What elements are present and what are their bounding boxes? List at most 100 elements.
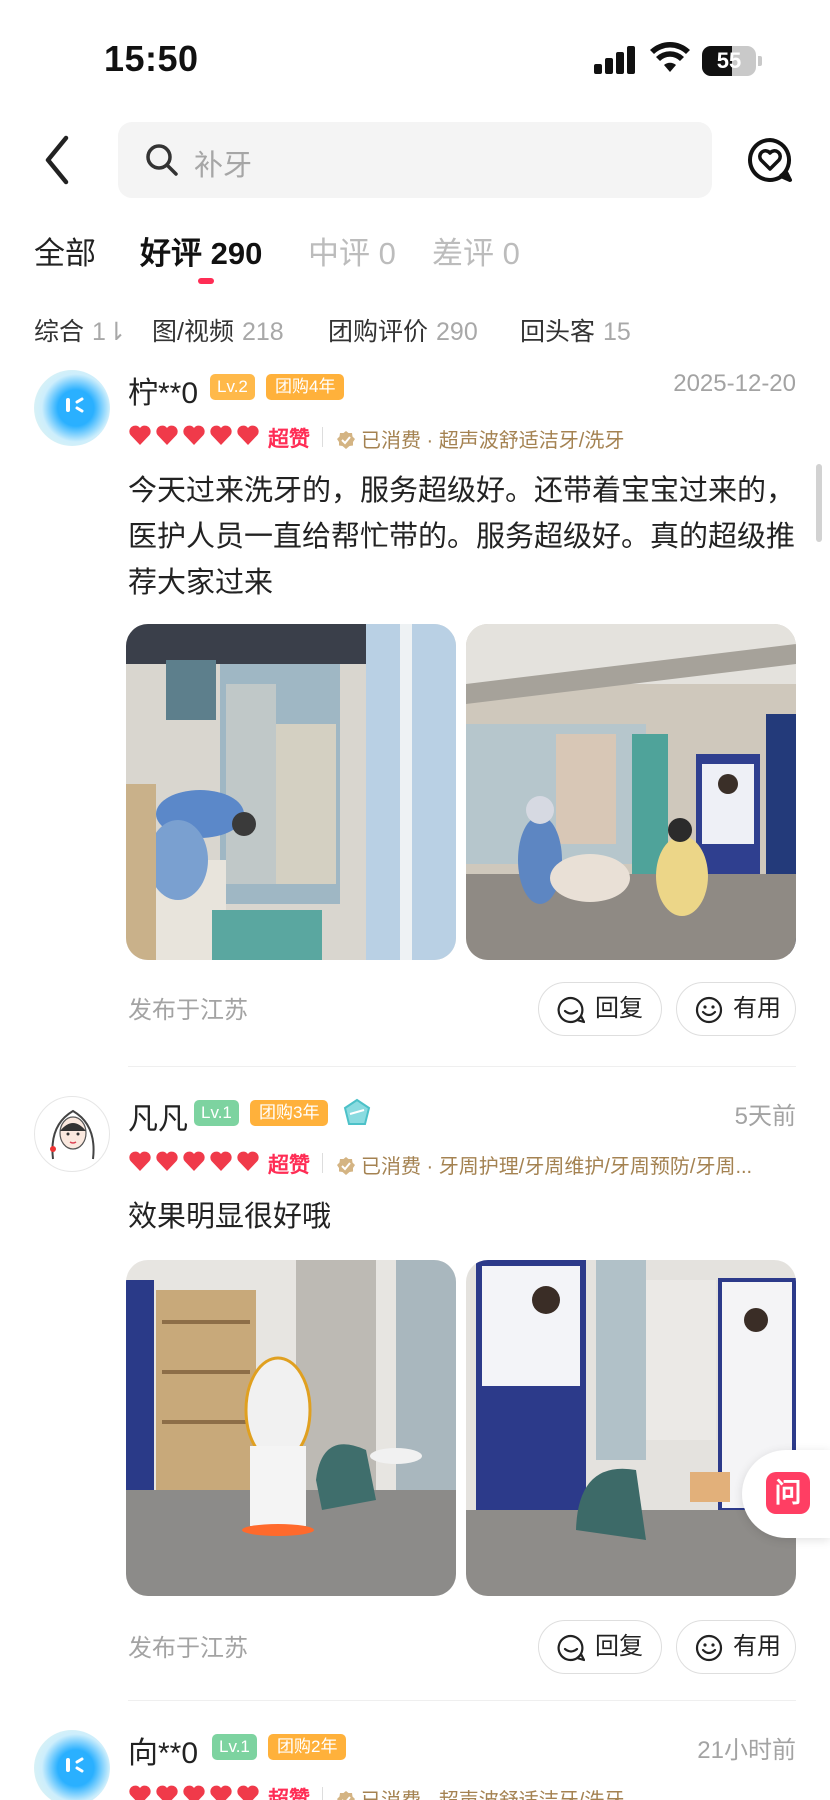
divider <box>322 427 323 447</box>
consumed-service[interactable]: 已消费 · 超声波舒适洁牙/洗牙 <box>336 424 796 453</box>
rating-label: 超赞 <box>268 428 310 451</box>
search-input[interactable]: 补牙 <box>118 122 712 198</box>
useful-button[interactable]: 有用 <box>676 982 796 1036</box>
filter-returning[interactable]: 回头客 15 <box>520 312 631 348</box>
heart-rating-icon <box>129 1785 151 1800</box>
review-date: 21小时前 <box>697 1737 796 1764</box>
heart-rating-icon <box>183 1151 205 1171</box>
tab-neutral[interactable]: 中评 0 <box>308 228 396 273</box>
review-photo[interactable] <box>126 1260 456 1596</box>
filter-label: 综合 <box>34 318 85 346</box>
filter-count: 218 <box>241 318 284 346</box>
clinic-photo-image <box>126 1260 456 1596</box>
consumed-text: 已消费 · 牙周护理/牙周维护/牙周预防/牙周... <box>361 1156 753 1178</box>
tab-good[interactable]: 好评 290 <box>140 228 262 273</box>
search-placeholder: 补牙 <box>194 150 253 182</box>
filter-label: 团购评价 <box>328 318 429 346</box>
status-time: 15:50 <box>104 38 199 79</box>
heart-rating-icon <box>129 425 151 445</box>
review-date: 2025-12-20 <box>673 370 796 397</box>
heart-rating-icon <box>210 1151 232 1171</box>
avatar[interactable] <box>34 1730 110 1800</box>
review-divider <box>128 1066 796 1067</box>
avatar-face-icon <box>66 1757 84 1773</box>
ask-label: 问 <box>766 1472 810 1514</box>
filter-label: 回头客 <box>520 318 596 346</box>
heart-rating-icon <box>156 1785 178 1800</box>
tab-bad[interactable]: 差评 0 <box>432 228 520 273</box>
useful-button[interactable]: 有用 <box>676 1620 796 1674</box>
review-item: 向**0 Lv.1 团购2年 21小时前 超赞 已消费 · 超声波舒适洁牙/洗牙 <box>0 1730 830 1800</box>
heart-rating-icon <box>210 425 232 445</box>
heart-rating-icon <box>237 425 259 445</box>
clinic-photo-image <box>126 624 456 960</box>
reply-button[interactable]: 回复 <box>538 1620 662 1674</box>
reply-icon <box>557 996 585 1024</box>
rating-label: 超赞 <box>268 1788 310 1800</box>
smile-icon <box>695 996 723 1024</box>
heart-rating-icon <box>183 425 205 445</box>
username[interactable]: 凡凡 <box>128 1094 188 1138</box>
review-item: 柠**0 Lv.2 团购4年 2025-12-20 超赞 已消费 · 超声波舒适… <box>0 370 830 1070</box>
consumed-text: 已消费 · 超声波舒适洁牙/洗牙 <box>361 1790 624 1800</box>
review-text[interactable]: 效果明显很好哦 <box>128 1194 796 1240</box>
consumed-text: 已消费 · 超声波舒适洁牙/洗牙 <box>361 430 625 452</box>
scrollbar[interactable] <box>816 464 822 542</box>
heart-rating <box>128 1150 263 1174</box>
smile-icon <box>695 1634 723 1662</box>
filter-count: 290 <box>436 318 478 346</box>
reply-label: 回复 <box>595 995 643 1022</box>
username[interactable]: 向**0 <box>128 1730 198 1772</box>
filter-group-buy[interactable]: 团购评价 290 <box>328 312 478 348</box>
avatar[interactable] <box>34 1096 110 1172</box>
avatar-girl-icon <box>50 1109 95 1160</box>
favorite-heart-bubble-icon[interactable] <box>746 136 794 184</box>
group-buy-years-badge: 团购2年 <box>268 1734 347 1760</box>
battery-level: 55 <box>716 48 742 73</box>
heart-rating <box>128 424 263 448</box>
heart-rating <box>128 1784 263 1800</box>
reply-icon <box>557 1634 585 1662</box>
heart-rating-icon <box>237 1151 259 1171</box>
battery-icon: 55 <box>702 46 762 76</box>
useful-label: 有用 <box>733 1633 781 1660</box>
avatar[interactable] <box>34 370 110 446</box>
divider <box>322 1153 323 1173</box>
consumed-service[interactable]: 已消费 · 牙周护理/牙周维护/牙周预防/牙周... <box>336 1150 796 1179</box>
filter-photo-video[interactable]: 图/视频 218 <box>152 312 284 348</box>
rating-label: 超赞 <box>268 1154 310 1177</box>
review-photo[interactable] <box>126 624 456 960</box>
review-photo[interactable] <box>466 624 796 960</box>
consumed-service[interactable]: 已消费 · 超声波舒适洁牙/洗牙 <box>336 1784 796 1800</box>
clinic-photo-image <box>466 624 796 960</box>
heart-rating-icon <box>156 425 178 445</box>
clinic-photo-image <box>466 1260 796 1596</box>
reply-label: 回复 <box>595 1633 643 1660</box>
user-level-badge: Lv.1 <box>194 1100 239 1126</box>
tab-all[interactable]: 全部 <box>34 228 96 273</box>
group-buy-years-badge: 团购3年 <box>250 1100 329 1126</box>
user-level-badge: Lv.1 <box>212 1734 257 1760</box>
reply-button[interactable]: 回复 <box>538 982 662 1036</box>
heart-rating-icon <box>183 1785 205 1800</box>
review-item: 凡凡 Lv.1 团购3年 5天前 超赞 已消费 · 牙周护理/牙周维护/牙周预防… <box>0 1096 830 1706</box>
review-text[interactable]: 今天过来洗牙的，服务超级好。还带着宝宝过来的，医护人员一直给帮忙带的。服务超级好… <box>128 468 796 606</box>
signal-icon <box>594 46 638 74</box>
useful-label: 有用 <box>733 995 781 1022</box>
review-divider <box>128 1700 796 1701</box>
back-arrow-icon[interactable] <box>38 132 78 188</box>
verified-icon <box>337 1791 355 1800</box>
username[interactable]: 柠**0 <box>128 368 198 412</box>
ask-question-button[interactable]: 问 <box>742 1450 830 1538</box>
review-photo[interactable] <box>466 1260 796 1596</box>
verified-icon <box>337 1157 355 1175</box>
divider <box>322 1787 323 1800</box>
user-level-badge: Lv.2 <box>210 374 255 400</box>
publish-location: 发布于江苏 <box>128 997 248 1024</box>
heart-rating-icon <box>129 1151 151 1171</box>
filter-count: 1⇂ <box>92 318 127 346</box>
filter-count: 15 <box>603 318 631 346</box>
filter-comprehensive[interactable]: 综合 1⇂ <box>34 312 127 348</box>
review-date: 5天前 <box>734 1103 796 1130</box>
avatar-face-icon <box>66 397 84 413</box>
